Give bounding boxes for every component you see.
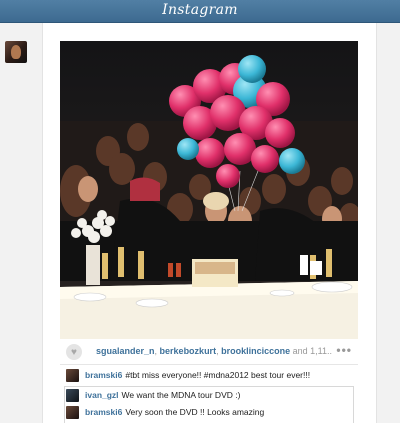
liker-link[interactable]: berkebozkurt xyxy=(160,346,217,356)
liker-link[interactable]: sgualander_n xyxy=(96,346,155,356)
commenter-avatar-icon[interactable] xyxy=(66,389,79,402)
comment-username[interactable]: bramski6 xyxy=(85,407,122,417)
likes-more-count[interactable]: and 1,11... xyxy=(293,346,332,356)
top-bar: Instagram xyxy=(0,0,400,23)
comment-item: ivan_gzl We want the MDNA tour DVD :) xyxy=(66,388,358,405)
more-options-button[interactable]: ••• xyxy=(336,343,352,357)
party-photo-illustration xyxy=(60,41,358,339)
instagram-logo[interactable]: Instagram xyxy=(0,2,400,18)
comment-caption: bramski6 #tbt miss everyone!! #mdna2012 b… xyxy=(66,368,358,385)
comment-item: bramski6 Very soon the DVD !! Looks amazi… xyxy=(66,405,358,422)
comment-text: Very soon the DVD !! Looks amazing xyxy=(125,407,265,417)
left-gutter xyxy=(0,23,42,423)
post-photo[interactable] xyxy=(60,41,358,339)
comment-text: We want the MDNA tour DVD :) xyxy=(121,390,241,400)
comment-username[interactable]: bramski6 xyxy=(85,370,122,380)
post-actions-bar: ♥ sgualander_n, berkebozkurt, brooklinci… xyxy=(60,341,358,363)
liker-link[interactable]: brooklinciccone xyxy=(221,346,290,356)
commenter-avatar-icon[interactable] xyxy=(66,406,79,419)
likes-summary: sgualander_n, berkebozkurt, brooklincicc… xyxy=(96,346,332,356)
comment-text: #tbt miss everyone!! #mdna2012 best tour… xyxy=(125,370,311,380)
heart-icon[interactable]: ♥ xyxy=(66,344,82,360)
divider xyxy=(60,364,358,365)
comment-username[interactable]: ivan_gzl xyxy=(85,390,119,400)
commenter-avatar-icon[interactable] xyxy=(66,369,79,382)
user-avatar-icon[interactable] xyxy=(5,41,27,63)
